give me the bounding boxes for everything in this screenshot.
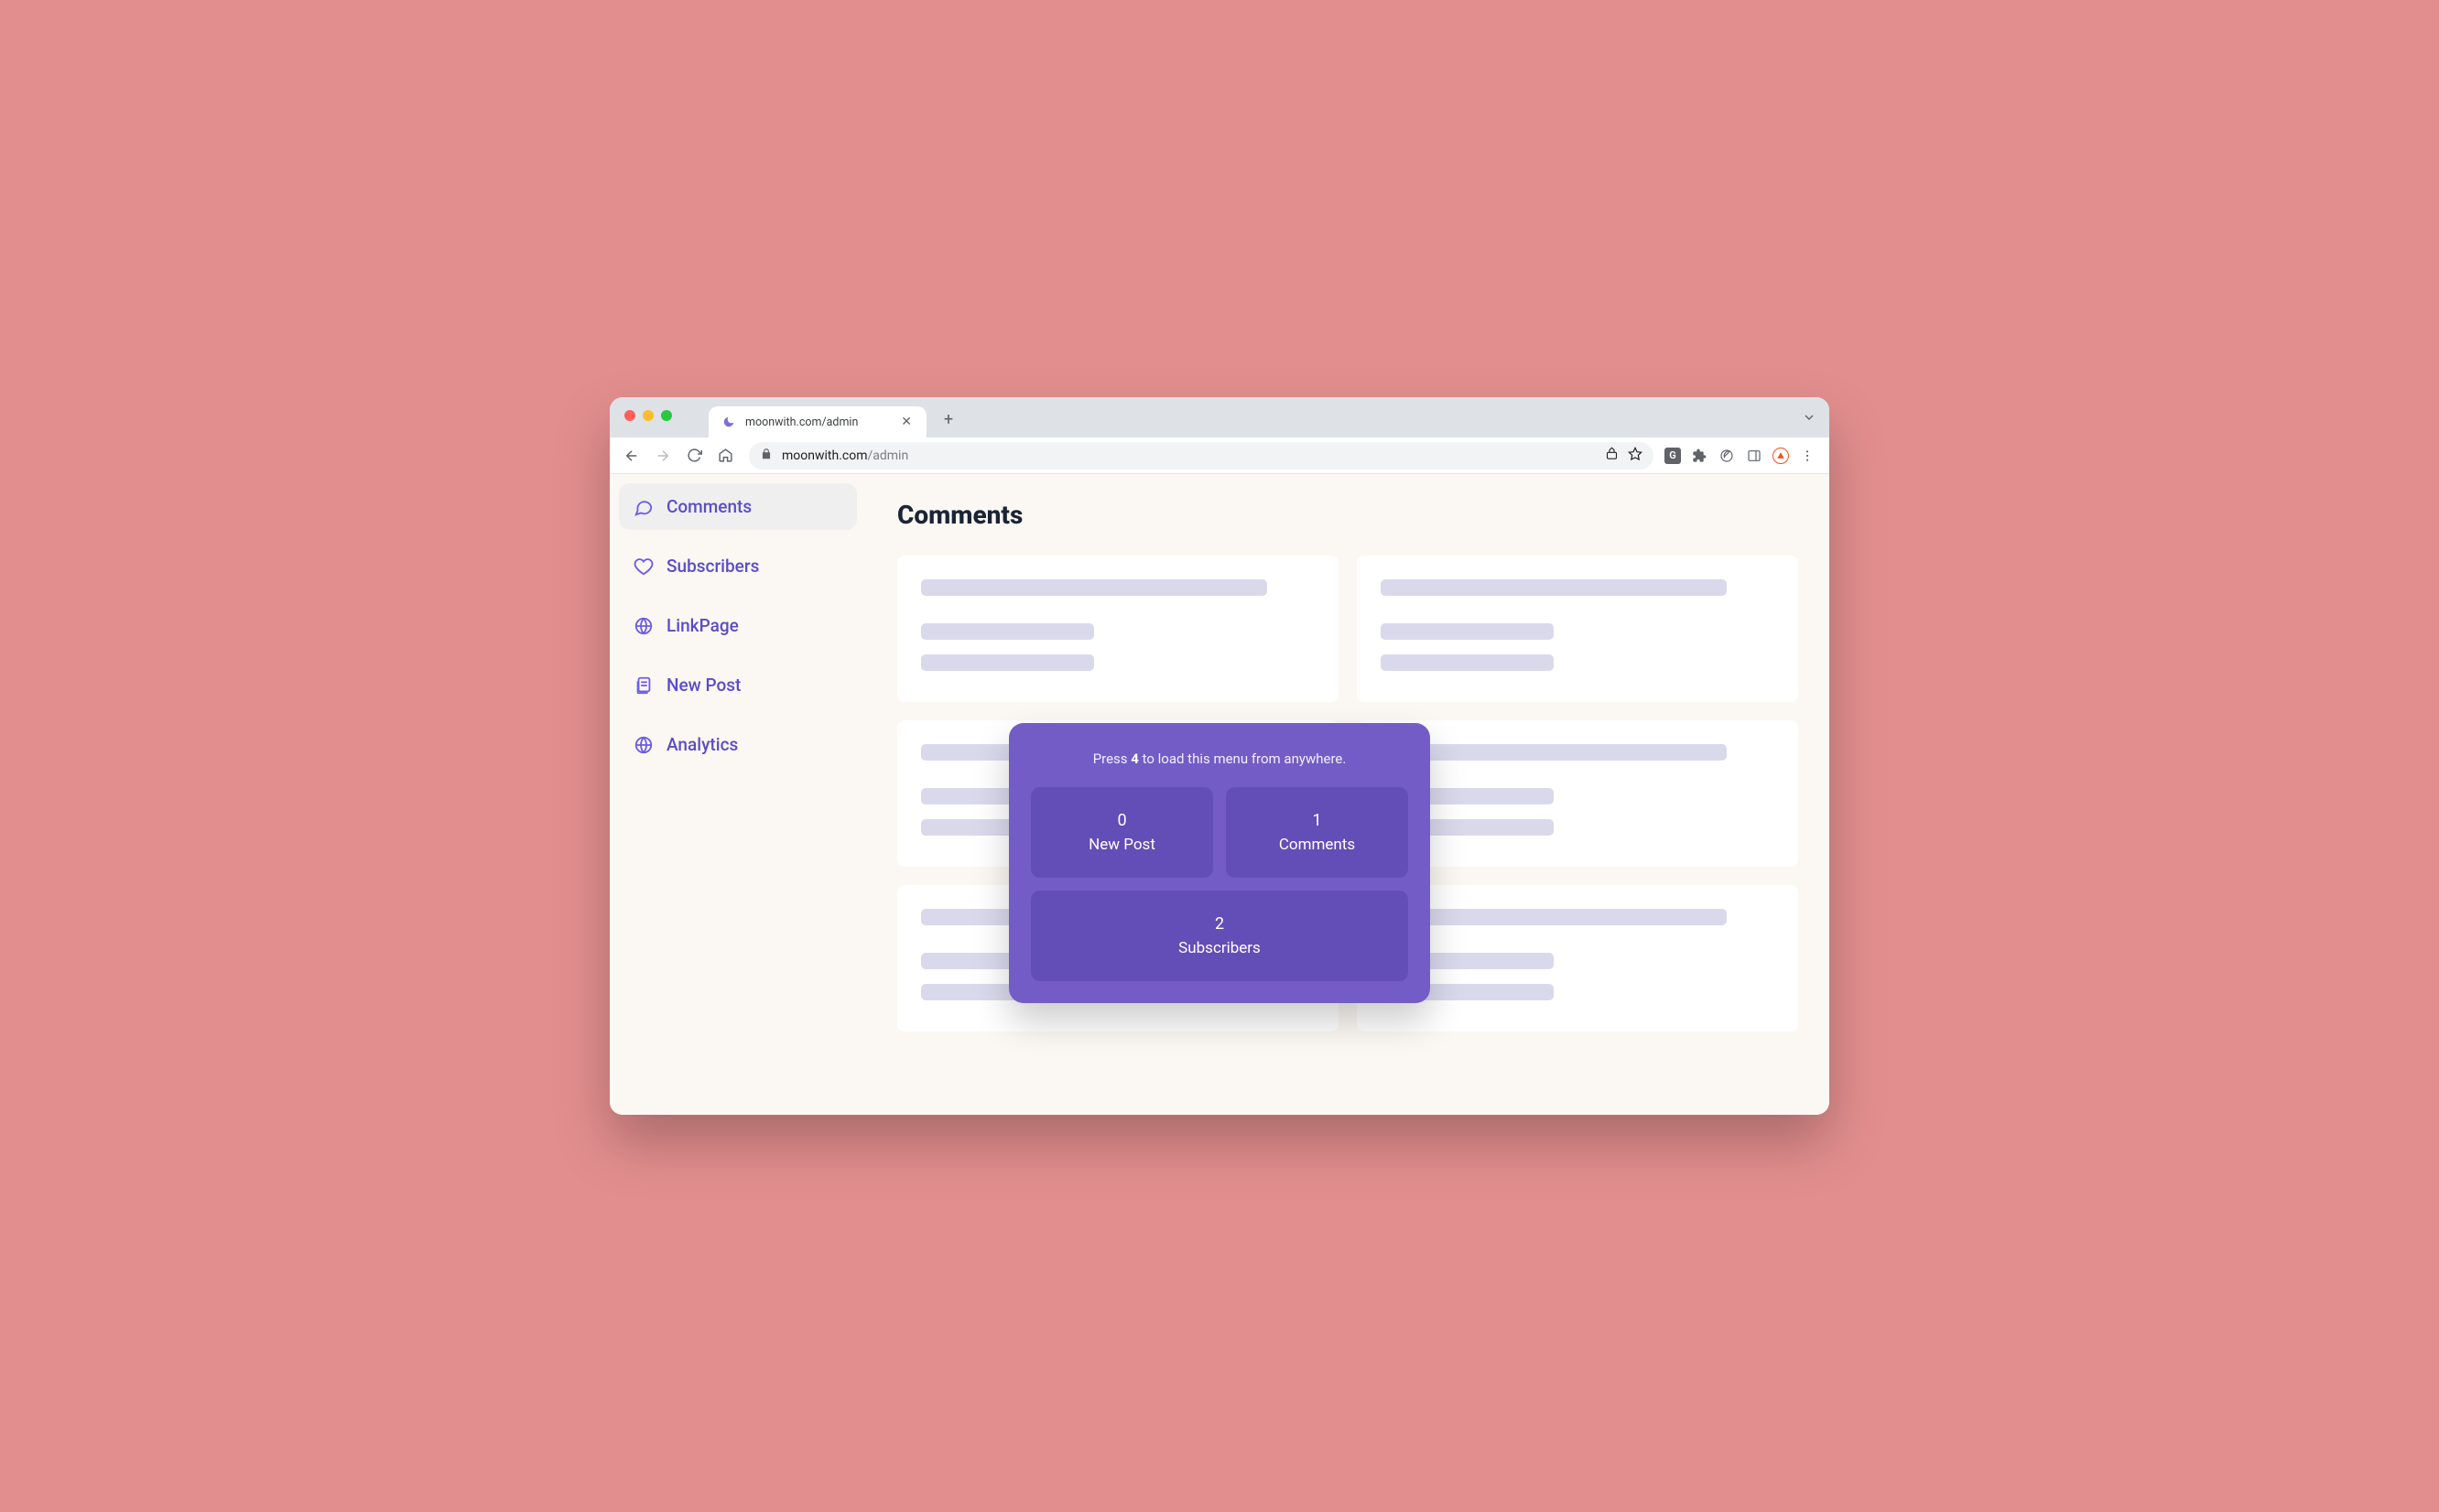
address-bar[interactable]: moonwith.com/admin (749, 442, 1653, 470)
comment-icon (634, 497, 654, 517)
sidebar-item-newpost[interactable]: New Post (619, 662, 857, 708)
skeleton-line (921, 579, 1267, 596)
globe-icon (634, 735, 654, 755)
sidebar-item-label: LinkPage (667, 615, 739, 636)
moon-icon (721, 415, 736, 429)
sidebar-item-label: Analytics (667, 734, 738, 755)
comment-card-placeholder (1357, 556, 1798, 702)
url-text: moonwith.com/admin (782, 448, 908, 463)
tab-title: moonwith.com/admin (745, 416, 888, 429)
minimize-window-button[interactable] (643, 410, 654, 421)
lock-icon (760, 448, 773, 464)
share-icon[interactable] (1605, 447, 1619, 464)
side-panel-icon[interactable] (1745, 447, 1763, 465)
page-title: Comments (897, 500, 1798, 530)
forward-button[interactable] (650, 443, 676, 469)
browser-tab-bar: moonwith.com/admin ✕ + (610, 397, 1829, 437)
skeleton-line (1381, 654, 1554, 671)
window-controls (624, 410, 672, 421)
skeleton-line (1381, 623, 1554, 640)
quick-menu-number: 2 (1040, 914, 1399, 934)
quick-menu-hint: Press 4 to load this menu from anywhere. (1031, 751, 1408, 767)
skeleton-line (1381, 909, 1727, 925)
admin-sidebar: Comments Subscribers LinkPage New Post (610, 474, 866, 1115)
quick-menu-label: New Post (1040, 836, 1204, 854)
back-button[interactable] (619, 443, 645, 469)
quick-menu-newpost[interactable]: 0 New Post (1031, 787, 1213, 878)
sidebar-item-linkpage[interactable]: LinkPage (619, 602, 857, 649)
quick-menu-grid: 0 New Post 1 Comments 2 Subscribers (1031, 787, 1408, 981)
browser-window: moonwith.com/admin ✕ + moonwith.com/admi… (610, 397, 1829, 1115)
extensions-icon[interactable] (1690, 447, 1708, 465)
kebab-menu-icon[interactable] (1798, 447, 1816, 465)
sidebar-item-label: Subscribers (667, 556, 759, 577)
tabs-dropdown-button[interactable] (1802, 410, 1816, 428)
sidebar-item-label: Comments (667, 496, 752, 517)
quick-menu-number: 1 (1235, 811, 1399, 830)
profile-avatar-icon[interactable] (1772, 448, 1789, 464)
page-viewport: Comments Subscribers LinkPage New Post (610, 474, 1829, 1115)
heart-icon (634, 556, 654, 577)
home-button[interactable] (712, 443, 738, 469)
browser-tab[interactable]: moonwith.com/admin ✕ (709, 406, 927, 437)
sidebar-item-label: New Post (667, 675, 741, 696)
quick-menu-label: Subscribers (1040, 939, 1399, 957)
comment-card-placeholder (897, 556, 1339, 702)
sidebar-item-subscribers[interactable]: Subscribers (619, 543, 857, 589)
quick-menu-overlay: Press 4 to load this menu from anywhere.… (1009, 723, 1430, 1003)
star-icon[interactable] (1628, 447, 1642, 465)
quick-menu-label: Comments (1235, 836, 1399, 854)
skeleton-line (921, 654, 1094, 671)
quick-menu-number: 0 (1040, 811, 1204, 830)
toolbar-extensions: G (1664, 447, 1820, 465)
reload-button[interactable] (681, 443, 707, 469)
globe-icon (634, 616, 654, 636)
new-tab-button[interactable]: + (936, 406, 961, 432)
sidebar-item-analytics[interactable]: Analytics (619, 721, 857, 768)
skeleton-line (1381, 579, 1727, 596)
skeleton-line (1381, 744, 1727, 761)
maximize-window-button[interactable] (661, 410, 672, 421)
skeleton-line (921, 623, 1094, 640)
browser-toolbar: moonwith.com/admin G (610, 437, 1829, 474)
close-tab-button[interactable]: ✕ (897, 413, 916, 431)
extension-g-icon[interactable]: G (1664, 448, 1681, 464)
quick-menu-subscribers[interactable]: 2 Subscribers (1031, 891, 1408, 981)
sidebar-item-comments[interactable]: Comments (619, 483, 857, 530)
document-icon (634, 675, 654, 696)
quick-menu-comments[interactable]: 1 Comments (1226, 787, 1408, 878)
close-window-button[interactable] (624, 410, 635, 421)
extension-leaf-icon[interactable] (1718, 447, 1736, 465)
